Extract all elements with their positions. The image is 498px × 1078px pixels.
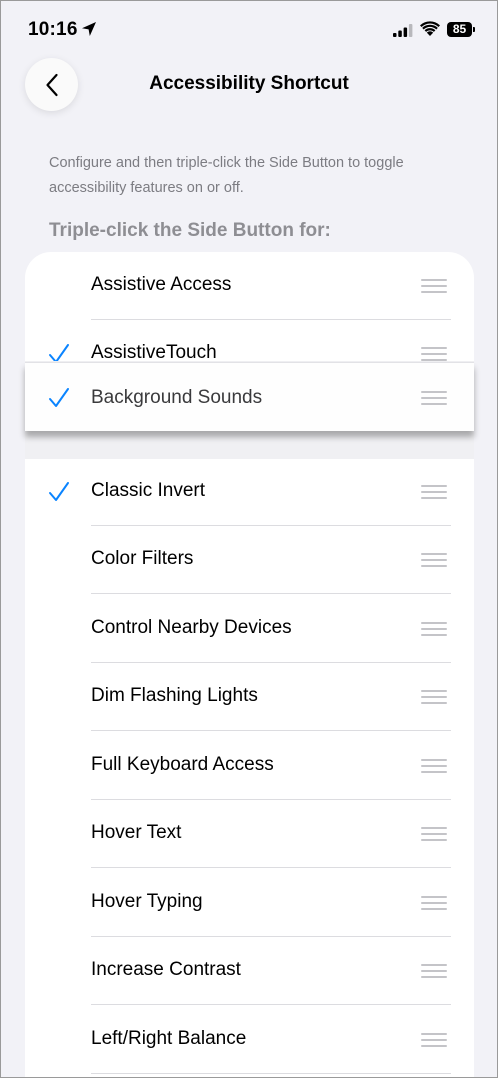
reorder-handle-icon[interactable] <box>421 347 447 361</box>
status-time: 10:16 <box>28 19 78 40</box>
list-item[interactable]: Hover Text <box>25 800 474 868</box>
reorder-handle-icon[interactable] <box>421 827 447 841</box>
status-bar: 10:16 85 <box>1 1 497 57</box>
battery-icon: 85 <box>447 22 476 37</box>
row-divider <box>91 593 451 594</box>
list-item-label: Assistive Access <box>91 274 232 295</box>
location-arrow-icon <box>82 22 96 36</box>
wifi-icon <box>420 21 440 36</box>
description-text: Configure and then triple-click the Side… <box>49 155 404 196</box>
list-item-label: Left/Right Balance <box>91 1028 247 1049</box>
reorder-handle-icon[interactable] <box>421 622 447 636</box>
list-item[interactable]: Assistive Access <box>25 252 474 320</box>
row-divider <box>91 867 451 868</box>
list-item[interactable]: Color Filters <box>25 526 474 594</box>
list-item[interactable]: Dim Flashing Lights <box>25 663 474 731</box>
reorder-handle-icon[interactable] <box>421 690 447 704</box>
list-item-label: Hover Typing <box>91 891 203 912</box>
list-item-label: Full Keyboard Access <box>91 754 274 775</box>
checkmark-icon <box>49 388 69 407</box>
list-item[interactable]: Classic Invert <box>25 458 474 526</box>
reorder-handle-icon[interactable] <box>421 279 447 293</box>
list-item-label: Hover Text <box>91 822 182 843</box>
row-divider <box>91 730 451 731</box>
list-item-label: Dim Flashing Lights <box>91 685 258 706</box>
dragging-list-item[interactable]: Background Sounds <box>25 362 474 431</box>
reorder-handle-icon[interactable] <box>421 964 447 978</box>
reorder-handle-icon[interactable] <box>421 759 447 773</box>
list-item[interactable]: Full Keyboard Access <box>25 732 474 800</box>
reorder-handle-icon[interactable] <box>421 896 447 910</box>
list-item-label: Increase Contrast <box>91 959 241 980</box>
row-divider <box>91 1004 451 1005</box>
list-item[interactable]: Hover Typing <box>25 869 474 937</box>
list-item-label: Background Sounds <box>91 387 263 408</box>
page-title: Accessibility Shortcut <box>149 73 349 94</box>
cellular-signal-icon <box>393 24 413 37</box>
reorder-handle-icon[interactable] <box>421 1033 447 1047</box>
battery-level: 85 <box>447 22 472 37</box>
list-item-label: Color Filters <box>91 548 194 569</box>
screen: 10:16 85 Accessibility Shortcut Configur… <box>0 0 498 1078</box>
checkmark-icon <box>49 482 69 501</box>
reorder-handle-icon[interactable] <box>421 391 447 405</box>
reorder-handle-icon[interactable] <box>421 553 447 567</box>
section-header: Triple-click the Side Button for: <box>49 220 331 241</box>
row-divider <box>91 1073 451 1074</box>
list-item-label: Control Nearby Devices <box>91 617 292 638</box>
list-item[interactable]: Left/Right Balance <box>25 1006 474 1074</box>
list-item-label: Classic Invert <box>91 480 206 501</box>
list-item[interactable]: Control Nearby Devices <box>25 595 474 663</box>
reorder-handle-icon[interactable] <box>421 485 447 499</box>
list-item[interactable]: Increase Contrast <box>25 937 474 1005</box>
